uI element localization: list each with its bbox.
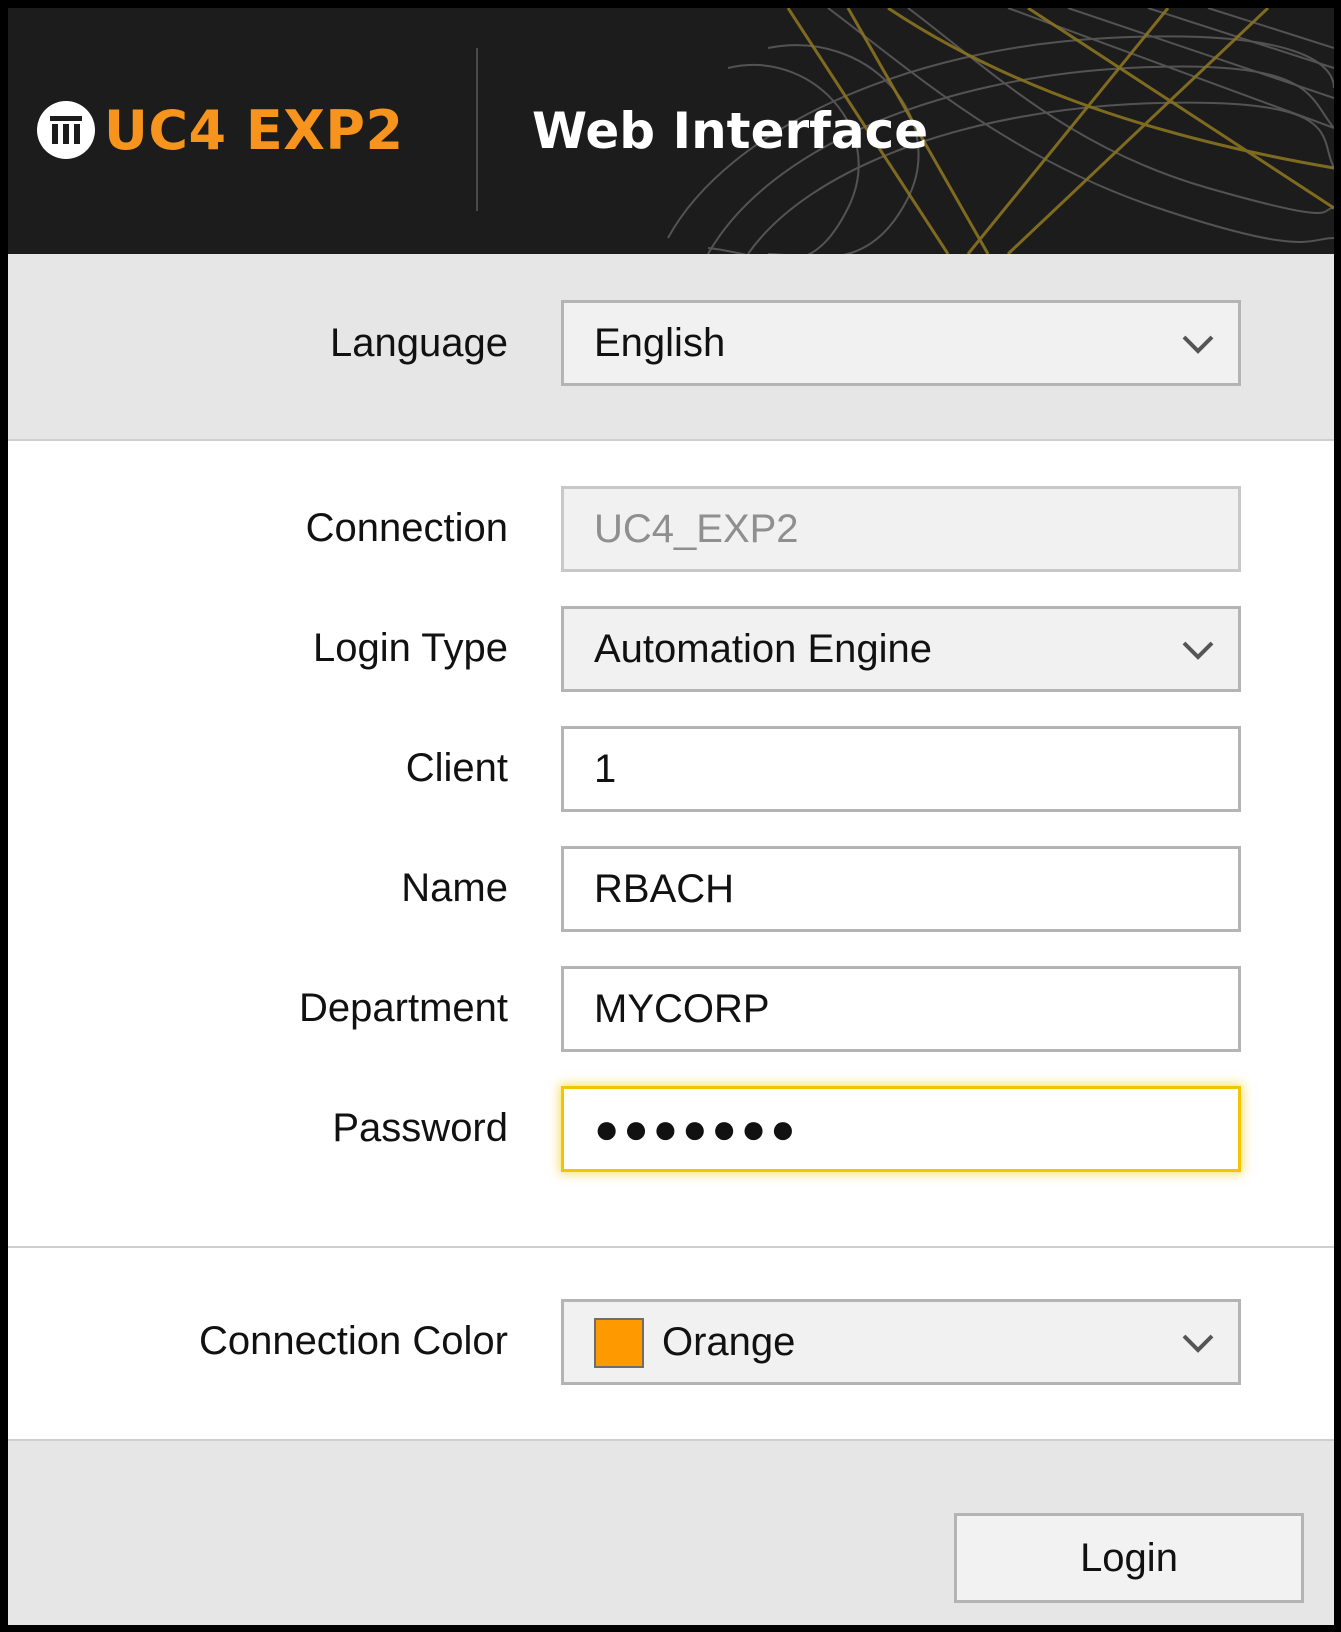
login-dialog: UC4 EXP2 Web Interface Language English …: [8, 8, 1334, 1625]
login-type-value: Automation Engine: [594, 627, 933, 671]
chevron-down-icon: [1182, 641, 1214, 660]
language-value: English: [594, 321, 726, 365]
language-select[interactable]: English: [561, 300, 1241, 386]
department-label: Department: [299, 986, 508, 1030]
connection-field: UC4_EXP2: [561, 486, 1241, 572]
chevron-down-icon: [1182, 1334, 1214, 1353]
connection-color-section: Connection Color Orange: [8, 1248, 1334, 1441]
client-input[interactable]: 1: [561, 726, 1241, 812]
language-label: Language: [330, 321, 508, 365]
app-name: UC4 EXP2: [104, 99, 404, 162]
name-input[interactable]: RBACH: [561, 846, 1241, 932]
password-mask: ●●●●●●●: [594, 1105, 800, 1152]
color-swatch: [594, 1318, 644, 1368]
header-banner: UC4 EXP2 Web Interface: [8, 8, 1334, 254]
footer: Login: [8, 1441, 1334, 1625]
login-type-label: Login Type: [313, 626, 508, 670]
connection-label: Connection: [305, 506, 508, 550]
client-label: Client: [405, 746, 508, 790]
password-label: Password: [332, 1106, 508, 1150]
connection-color-value: Orange: [662, 1320, 796, 1364]
language-section: Language English: [8, 254, 1334, 441]
login-button[interactable]: Login: [954, 1513, 1304, 1603]
name-label: Name: [401, 866, 508, 910]
department-input[interactable]: MYCORP: [561, 966, 1241, 1052]
columns-logo-icon: [37, 101, 95, 159]
page-title: Web Interface: [532, 102, 929, 160]
connection-color-select[interactable]: Orange: [561, 1299, 1241, 1385]
connection-color-label: Connection Color: [198, 1319, 508, 1363]
chevron-down-icon: [1182, 335, 1214, 354]
credentials-section: Connection UC4_EXP2 Login Type Automatio…: [8, 441, 1334, 1248]
login-type-select[interactable]: Automation Engine: [561, 606, 1241, 692]
password-input[interactable]: ●●●●●●●: [561, 1086, 1241, 1172]
header-divider: [476, 48, 478, 211]
